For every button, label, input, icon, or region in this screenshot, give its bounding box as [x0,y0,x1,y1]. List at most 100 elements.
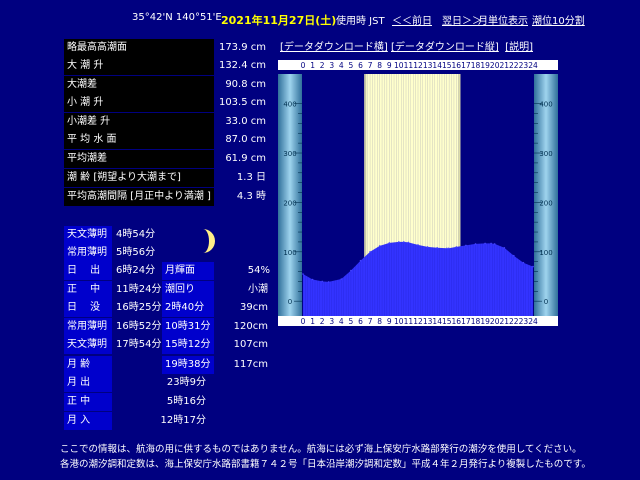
sun-label: 正 中 [64,281,112,299]
tide-info-label: 2時40分 [162,299,214,317]
explanation-link[interactable]: [説明] [505,42,533,53]
tide-info-value: 120cm [233,321,268,332]
tide-point [474,243,477,245]
tide-point [532,265,534,268]
tide-info-label: 19時38分 [162,356,214,374]
tide-chart: 4003002001000 4003002001000 0 1 2 3 4 5 6 7 8 9 10… [278,60,558,326]
tide-info-value: 小潮 [248,284,268,295]
stat-value: 173.9 cm [218,42,266,53]
tide-point [417,244,419,246]
stat-label: 平 均 水 面 [64,131,214,149]
tide-point [503,247,506,249]
hour-label: 13 [423,317,433,326]
stat-label: 潮 齢 [朔望より大潮まで] [64,169,214,187]
hour-label: 15 [442,317,452,326]
hour-label: 6 [358,317,363,326]
prev-day-link[interactable]: ＜＜前日 [392,12,432,27]
gauge-tick-label: 400 [283,101,296,109]
download-horizontal-link[interactable]: [データダウンロード横] [280,42,388,53]
tide-point [321,280,323,283]
sun-label: 常用薄明 [64,244,112,262]
stat-row: 小潮差 升 33.0 cm [64,113,272,131]
tide-point [436,247,438,249]
tide-point [378,245,381,247]
hour-label: 0 [301,61,306,70]
hour-label: 10 [394,317,404,326]
stat-row: 平均潮差 61.9 cm [64,150,272,168]
tide-info-label: 15時12分 [162,336,214,354]
sun-value: 5時16分 [166,396,206,407]
stat-value: 4.3 時 [236,191,266,202]
tide-10min-link[interactable]: 潮位10分割 [532,12,585,27]
hour-label: 7 [368,317,373,326]
hour-label: 21 [500,317,510,326]
stat-label: 平均潮差 [64,150,214,168]
tide-point [398,241,400,243]
download-vertical-link[interactable]: [データダウンロード縦] [391,42,499,53]
gauge-tick-label: 200 [539,199,552,207]
gauge-tick-label: 0 [544,298,548,306]
stat-row: 小 潮 升 103.5 cm [64,94,272,112]
hour-label: 11 [404,61,414,70]
stat-value: 1.3 日 [236,172,266,183]
hour-label: 20 [490,317,500,326]
hour-label: 8 [377,61,382,70]
next-day-link[interactable]: 翌日＞＞ [442,12,482,27]
sun-label: 常用薄明 [64,318,112,336]
tide-point [403,241,405,243]
hour-label: 11 [404,317,414,326]
tide-point [369,251,371,253]
hour-label: 10 [394,61,404,70]
tide-point [302,273,304,275]
tide-point [465,244,467,247]
hour-label: 17 [461,317,471,326]
stat-label: 略最高高潮面 [64,39,214,57]
stat-row: 大潮差 90.8 cm [64,76,272,94]
moon-phase-icon [203,229,215,253]
header-bar: 35°42'N 140°51'E 2021年11月27日(土) 使用時 JST … [0,12,640,28]
hour-label: 14 [432,317,442,326]
hour-label: 20 [490,61,500,70]
hour-label: 22 [509,61,519,70]
timezone-text: 使用時 JST [336,16,385,27]
hour-label: 22 [509,317,519,326]
sun-label: 月 入 [64,412,112,430]
stat-row: 潮 齢 [朔望より大潮まで] 1.3 日 [64,169,272,187]
stat-row: 略最高高潮面 173.9 cm [64,39,272,57]
tide-info-value: 107cm [233,339,268,350]
hour-label: 23 [519,61,529,70]
hour-label: 1 [310,317,315,326]
gauge-tick-label: 0 [288,298,292,306]
hour-label: 3 [329,317,334,326]
stat-value: 87.0 cm [225,134,266,145]
sun-label: 天文薄明 [64,336,112,354]
tide-gauge-right: 400 300 200 100 0 [534,74,558,316]
hour-label: 12 [413,61,423,70]
tide-plot-area [302,74,534,316]
hour-label: 23 [519,317,529,326]
tide-info-label: 潮回り [162,281,214,299]
monthly-view-link[interactable]: 月単位表示 [478,12,528,27]
download-links: [データダウンロード横] [データダウンロード縦] [説明] [280,38,533,53]
gauge-tick-label: 300 [283,150,296,158]
tide-point [407,241,410,244]
sun-value: 12時17分 [160,415,206,426]
hour-label: 15 [442,61,452,70]
gauge-tick-label: 300 [539,150,552,158]
hour-axis-bottom: 0 1 2 3 4 5 6 7 8 9 10 11 12 13 14 15 16 17 18 19 20 21 22 23 24 [278,316,558,326]
hour-label: 4 [339,317,344,326]
tide-point [446,247,448,250]
gauge-tick-label: 400 [539,101,552,109]
hour-label: 7 [368,61,373,70]
hour-label: 8 [377,317,382,326]
sun-label: 日 出 [64,262,112,280]
tide-point [493,243,496,245]
tide-info-value: 39cm [240,302,268,313]
stat-label: 平均高潮間隔 [月正中より満潮 ] [64,188,214,206]
gauge-bar [534,74,558,316]
hour-label: 2 [320,61,325,70]
tide-point [350,269,352,272]
tide-point [455,246,458,248]
stat-label: 小潮差 升 [64,113,214,131]
stat-label: 大 潮 升 [64,57,214,75]
